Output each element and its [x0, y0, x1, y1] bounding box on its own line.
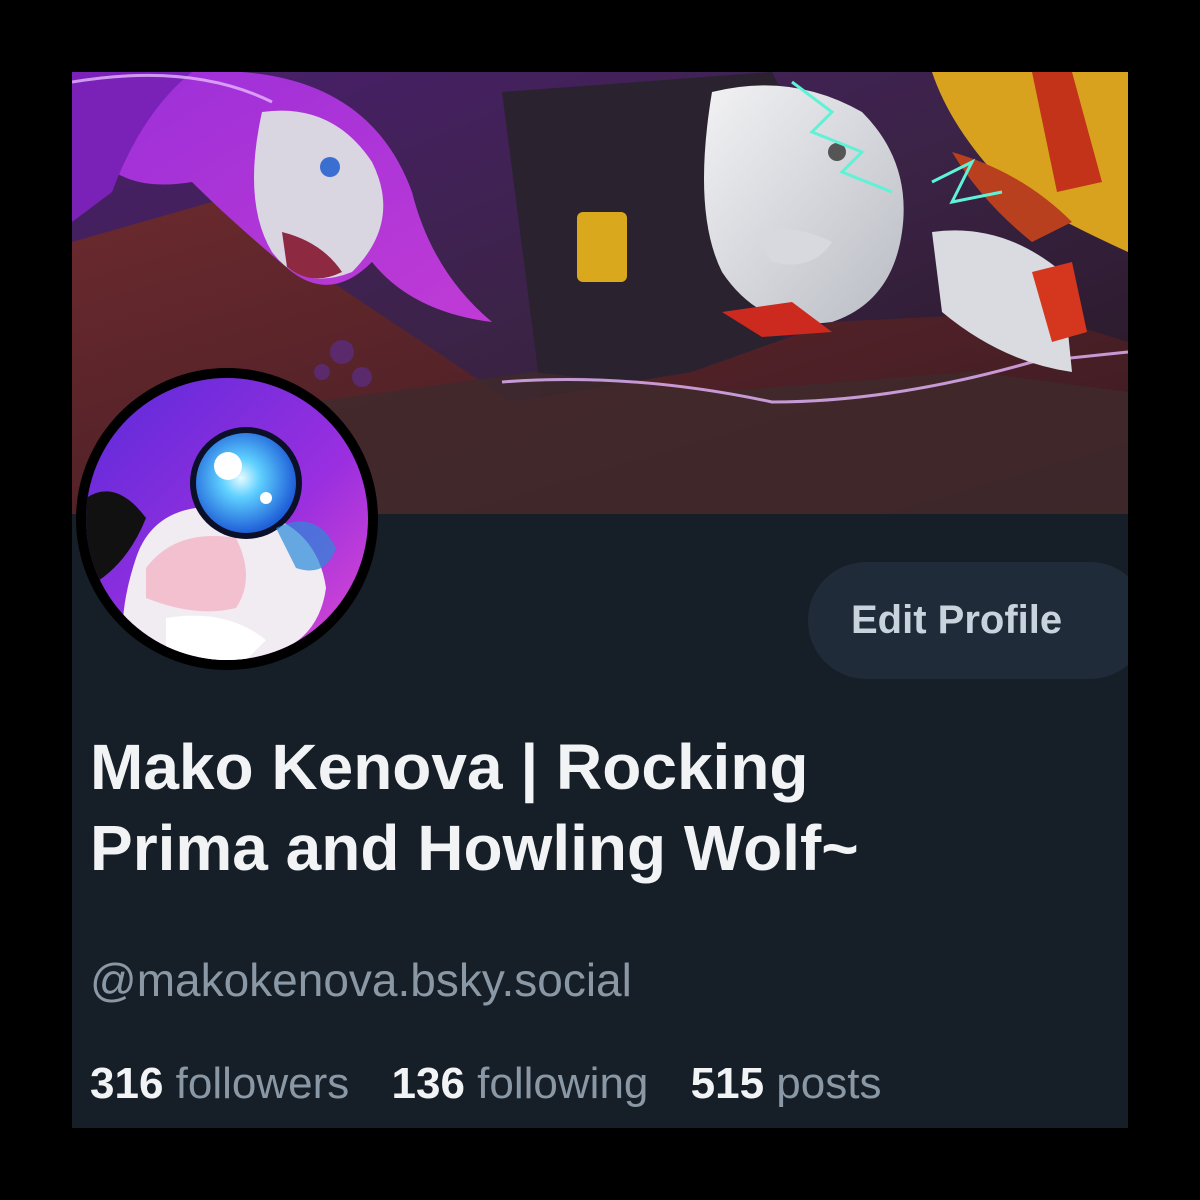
posts-label: posts — [776, 1059, 882, 1108]
posts-link[interactable]: 515 posts — [691, 1057, 882, 1111]
posts-count: 515 — [690, 1059, 765, 1108]
handle: @makokenova.bsky.social — [90, 954, 632, 1006]
display-name: Mako Kenova | Rocking Prima and Howling … — [90, 727, 1120, 889]
avatar-illustration — [86, 378, 368, 660]
display-name-line-2: Prima and Howling Wolf~ — [90, 812, 859, 884]
following-label: following — [477, 1059, 649, 1108]
display-name-line-1: Mako Kenova | Rocking — [90, 731, 809, 803]
followers-count: 316 — [90, 1059, 164, 1108]
profile-card: Edit Profile Mako Kenova | Rocking Prima… — [72, 72, 1128, 1128]
following-link[interactable]: 136 following — [392, 1057, 649, 1111]
followers-link[interactable]: 316 followers — [90, 1057, 349, 1111]
edit-profile-button[interactable]: Edit Profile — [808, 562, 1128, 679]
avatar[interactable] — [76, 368, 378, 670]
followers-label: followers — [175, 1059, 350, 1108]
following-count: 136 — [391, 1059, 465, 1108]
profile-stats: 316 followers 136 following 515 posts — [90, 1057, 881, 1111]
